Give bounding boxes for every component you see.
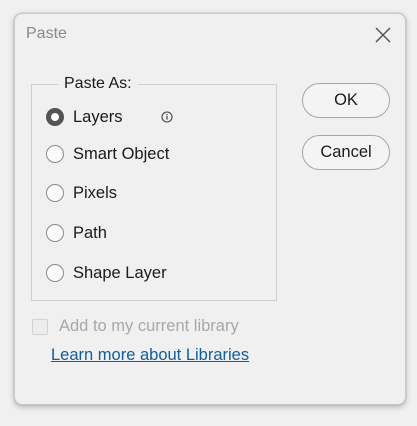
radio-button-layers[interactable] (46, 108, 64, 126)
cancel-button[interactable]: Cancel (302, 135, 390, 170)
radio-button-path[interactable] (46, 224, 64, 242)
add-to-library-label: Add to my current library (59, 317, 239, 335)
radio-label-pixels: Pixels (73, 183, 118, 202)
radio-pixels[interactable]: Pixels (46, 181, 117, 205)
close-icon (375, 27, 391, 43)
paste-dialog: Paste Paste As: Layers Smart Object Pixe… (14, 13, 406, 405)
radio-layers[interactable]: Layers (46, 105, 123, 129)
radio-button-pixels[interactable] (46, 184, 64, 202)
radio-label-shape-layer: Shape Layer (73, 263, 167, 282)
add-to-library-checkbox[interactable] (32, 318, 48, 335)
close-button[interactable] (372, 24, 394, 46)
radio-label-smart-object: Smart Object (73, 144, 170, 163)
radio-button-smart-object[interactable] (46, 145, 64, 163)
radio-label-layers: Layers (73, 107, 123, 126)
radio-label-path: Path (73, 223, 107, 242)
radio-shape-layer[interactable]: Shape Layer (46, 261, 167, 285)
radio-path[interactable]: Path (46, 221, 107, 245)
dialog-title: Paste (26, 25, 67, 42)
paste-as-legend: Paste As: (58, 75, 138, 93)
learn-more-libraries-link[interactable]: Learn more about Libraries (51, 346, 249, 365)
radio-smart-object[interactable]: Smart Object (46, 142, 169, 166)
radio-button-shape-layer[interactable] (46, 264, 64, 282)
info-icon[interactable] (161, 111, 173, 123)
ok-button[interactable]: OK (302, 83, 390, 118)
add-to-library-row[interactable]: Add to my current library (32, 317, 239, 336)
